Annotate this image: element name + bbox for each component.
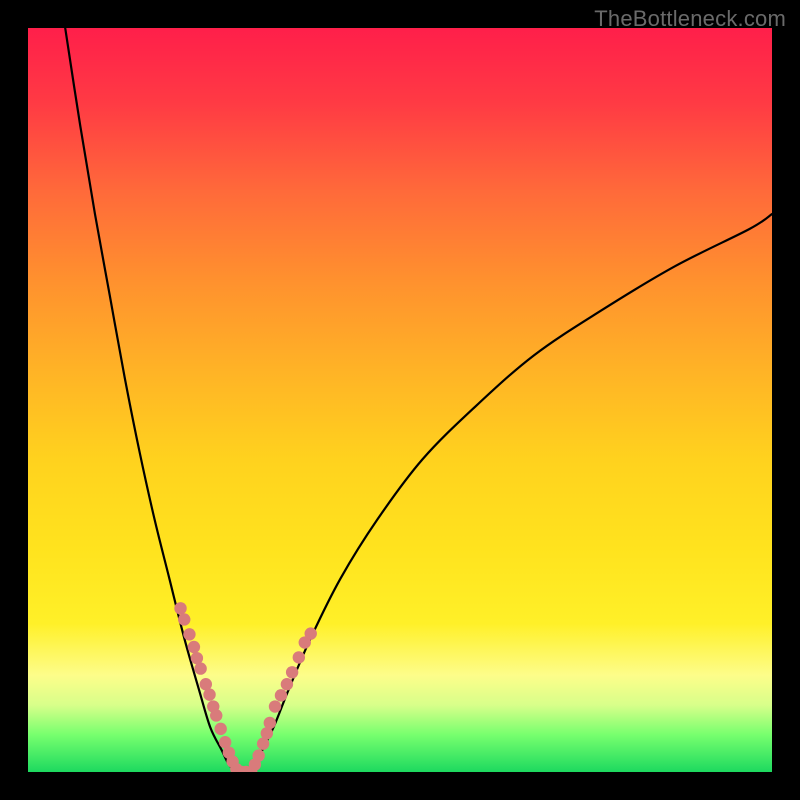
marker-dot	[293, 651, 305, 663]
curve-right	[251, 214, 772, 772]
plot-area	[28, 28, 772, 772]
chart-overlay	[28, 28, 772, 772]
marker-dots	[174, 602, 317, 772]
marker-dot	[194, 662, 206, 674]
marker-dot	[203, 688, 215, 700]
marker-dot	[269, 700, 281, 712]
chart-frame: TheBottleneck.com	[0, 0, 800, 800]
marker-dot	[174, 602, 186, 614]
curve-left	[65, 28, 236, 772]
marker-dot	[261, 727, 273, 739]
marker-dot	[264, 717, 276, 729]
marker-dot	[183, 628, 195, 640]
marker-dot	[214, 723, 226, 735]
marker-dot	[281, 678, 293, 690]
marker-dot	[188, 641, 200, 653]
marker-dot	[252, 749, 264, 761]
marker-dot	[178, 613, 190, 625]
marker-dot	[275, 689, 287, 701]
marker-dot	[286, 666, 298, 678]
marker-dot	[210, 709, 222, 721]
marker-dot	[305, 627, 317, 639]
